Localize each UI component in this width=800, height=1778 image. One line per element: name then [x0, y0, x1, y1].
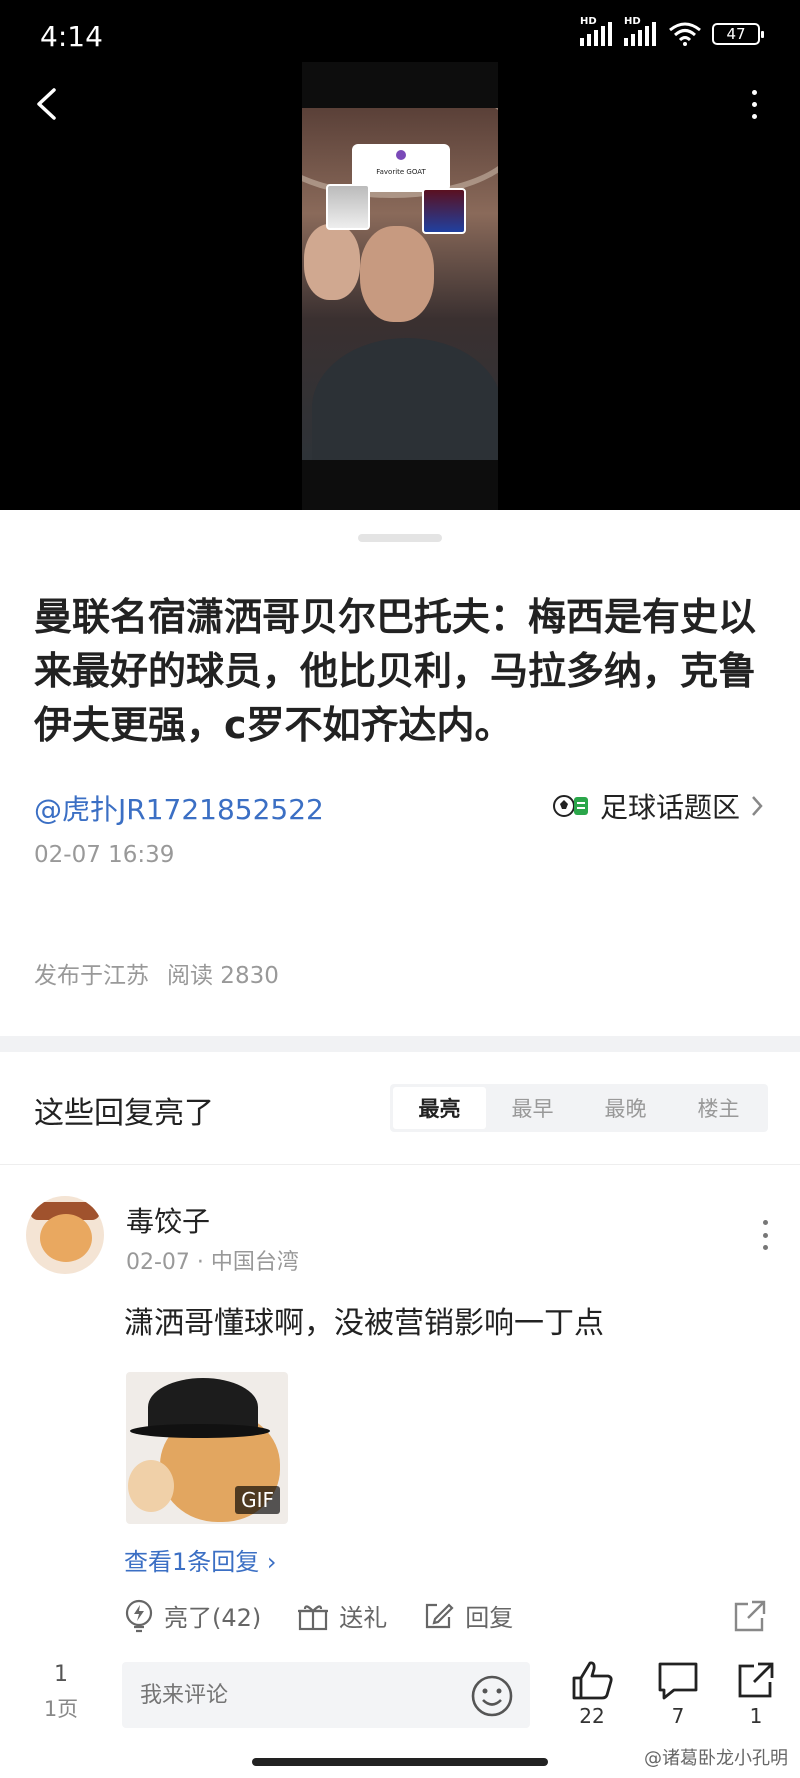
wifi-icon: [669, 22, 701, 46]
comment-more-button[interactable]: [760, 1220, 770, 1250]
gift-button[interactable]: 送礼: [297, 1598, 387, 1633]
light-count: 亮了(42): [164, 1604, 262, 1632]
signal-icon-2: HD: [624, 16, 658, 46]
comment-text: 潇洒哥懂球啊，没被营销影响一丁点: [124, 1306, 604, 1341]
video-person-body: [312, 338, 498, 460]
tab-op-only[interactable]: 楼主: [672, 1087, 765, 1129]
comment-input[interactable]: [122, 1662, 442, 1728]
edit-icon: [426, 1602, 454, 1628]
chevron-right-icon: [752, 796, 763, 816]
comment-input-box: [122, 1662, 530, 1728]
gif-badge: GIF: [235, 1486, 280, 1514]
comment-username[interactable]: 毒饺子: [126, 1200, 210, 1240]
lightning-icon: [125, 1599, 153, 1632]
light-button[interactable]: 亮了(42): [124, 1598, 261, 1633]
sort-tabs: 最亮 最早 最晚 楼主: [390, 1084, 768, 1132]
watermark: @诸葛卧龙小孔明: [644, 1748, 788, 1769]
comment-meta: 02-07 · 中国台湾: [126, 1250, 299, 1275]
status-time: 4:14: [40, 20, 103, 53]
drag-handle[interactable]: [358, 534, 442, 542]
page-label: 1页: [43, 1697, 79, 1721]
post-reads: 阅读 2830: [167, 963, 279, 989]
heart-icon: [396, 150, 406, 160]
status-icons: HD HD 47: [580, 16, 764, 46]
reply-label: 回复: [465, 1604, 514, 1632]
video-player[interactable]: Favorite GOAT: [302, 108, 498, 460]
topic-label: 足球话题区: [599, 791, 740, 824]
gift-icon: [298, 1604, 329, 1630]
tab-earliest[interactable]: 最早: [486, 1087, 579, 1129]
page-number: 1: [54, 1662, 68, 1687]
signal-icon: HD: [580, 16, 614, 46]
video-player-photo-right: [422, 188, 466, 234]
replies-heading: 这些回复亮了: [34, 1096, 214, 1131]
share-count: 1: [749, 1704, 763, 1728]
more-options-button[interactable]: [742, 82, 766, 126]
like-button[interactable]: 22: [562, 1660, 622, 1728]
share-icon[interactable]: [732, 1598, 768, 1634]
view-replies-link[interactable]: 查看1条回复 ›: [124, 1542, 277, 1577]
video-person-2: [304, 224, 360, 300]
tab-hottest[interactable]: 最亮: [393, 1087, 486, 1129]
separator-line: [0, 1164, 800, 1165]
emoji-icon[interactable]: [470, 1674, 514, 1718]
back-button[interactable]: [26, 82, 66, 126]
post-time: 02-07 16:39: [34, 842, 175, 868]
more-dot-icon: [751, 89, 757, 95]
tab-latest[interactable]: 最晚: [579, 1087, 672, 1129]
video-person-1: [360, 226, 434, 322]
football-icon: [552, 795, 588, 817]
thumbs-up-icon: [572, 1661, 613, 1700]
post-location: 发布于江苏: [34, 963, 149, 989]
like-count: 22: [579, 1704, 605, 1728]
comment-icon: [658, 1662, 698, 1700]
reply-button[interactable]: 回复: [423, 1598, 513, 1633]
comment-actions: 亮了(42) 送礼 回复: [124, 1598, 513, 1633]
status-bar: 4:14 HD HD 47: [0, 0, 800, 80]
post-meta: 发布于江苏 阅读 2830: [34, 956, 279, 990]
author-link[interactable]: @虎扑JR1721852522: [34, 788, 324, 828]
battery-icon: 47: [712, 23, 764, 45]
share-arrow-icon: [738, 1662, 774, 1698]
section-divider: [0, 1036, 800, 1052]
share-button[interactable]: 1: [726, 1660, 786, 1728]
topic-link[interactable]: 足球话题区: [552, 786, 764, 826]
avatar[interactable]: [26, 1196, 104, 1274]
comments-button[interactable]: 7: [648, 1660, 708, 1728]
comment-gif[interactable]: GIF: [126, 1372, 288, 1524]
home-indicator[interactable]: [252, 1758, 548, 1766]
back-arrow-icon: [37, 88, 56, 120]
comment-count: 7: [671, 1704, 685, 1728]
gift-label: 送礼: [339, 1604, 388, 1632]
page-indicator[interactable]: 1 1页: [40, 1662, 82, 1723]
video-card-text: Favorite GOAT: [376, 168, 426, 176]
video-player-photo-left: [326, 184, 370, 230]
post-title: 曼联名宿潇洒哥贝尔巴托夫：梅西是有史以来最好的球员，他比贝利，马拉多纳，克鲁伊夫…: [34, 595, 757, 747]
